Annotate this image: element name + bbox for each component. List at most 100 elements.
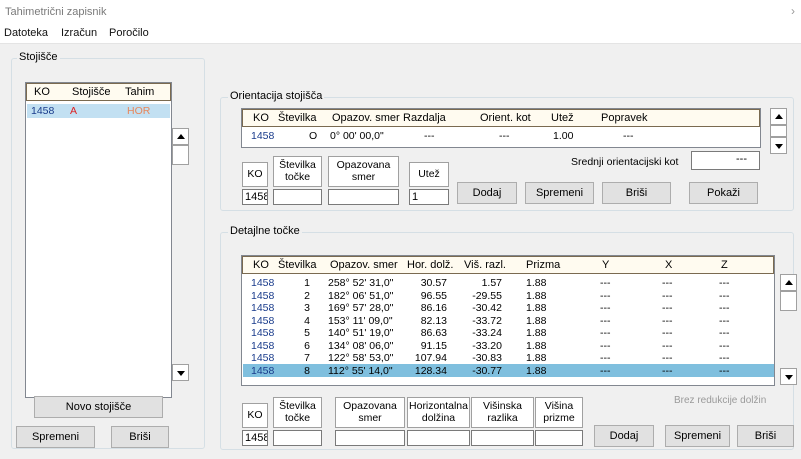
detajlne-list-header: KO Številka Opazov. smer Hor. dolž. Viš.… (242, 256, 774, 274)
title-bar: Tahimetrični zapisnik › (0, 0, 801, 22)
cell-hor: 128.34 (414, 364, 447, 377)
col-y: Y (602, 259, 610, 271)
det-hor-input[interactable] (407, 430, 470, 446)
table-row[interactable]: 1458 1 258° 52' 31,0" 30.57 1.57 1.88 --- --- --… (242, 277, 774, 290)
stojisce-scrollbar[interactable] (172, 128, 189, 385)
utez-input[interactable] (409, 189, 449, 205)
scroll-thumb[interactable] (172, 145, 189, 165)
cell-y: --- (600, 302, 611, 314)
cell-st: 6 (304, 339, 310, 352)
cell-z: --- (719, 339, 730, 352)
stojisce-delete-button[interactable]: Briši (111, 426, 169, 448)
col-utez: Utež (551, 112, 574, 124)
col-popravek: Popravek (601, 112, 648, 124)
cell-x: --- (662, 327, 673, 339)
cell-tahim: HOR (127, 105, 151, 117)
cell-prizma: 1.88 (526, 364, 547, 377)
scroll-down-button[interactable] (780, 368, 797, 385)
cell-vis: -30.42 (472, 302, 502, 314)
cell-st: 3 (304, 302, 310, 314)
cell-z: --- (719, 277, 730, 289)
ko-input[interactable] (242, 189, 268, 205)
table-row[interactable]: 1458 8 112° 55' 14,0" 128.34 -30.77 1.88 --- --… (242, 365, 774, 378)
cell-vis: -33.72 (472, 314, 502, 327)
label-smer: Opazovana smer (335, 397, 405, 428)
scroll-up-button[interactable] (780, 274, 797, 291)
table-row[interactable]: 1458 2 182° 06' 51,0" 96.55 -29.55 1.88 --- ---… (242, 290, 774, 303)
smer-input[interactable] (328, 189, 399, 205)
det-ko-input[interactable] (242, 430, 268, 446)
col-vis: Viš. razl. (464, 259, 506, 271)
col-hor: Hor. dolž. (407, 259, 454, 271)
menu-datoteka[interactable]: Datoteka (4, 27, 48, 39)
col-ko: KO (253, 259, 269, 271)
cell-st: 4 (304, 314, 310, 327)
cell-popravek: --- (623, 130, 634, 142)
show-button[interactable]: Pokaži (689, 182, 758, 204)
orient-edit-button[interactable]: Spremeni (525, 182, 594, 204)
cell-ko: 1458 (251, 302, 275, 314)
orientacija-scrollbar[interactable] (770, 108, 787, 154)
detajlne-scrollbar[interactable] (780, 274, 797, 385)
scroll-thumb[interactable] (770, 125, 787, 137)
orient-add-button[interactable]: Dodaj (457, 182, 517, 204)
cell-orient: --- (499, 130, 510, 142)
cell-x: --- (662, 352, 673, 364)
orient-delete-button[interactable]: Briši (602, 182, 671, 204)
cell-ko: 1458 (251, 339, 275, 352)
label-ko: KO (242, 403, 268, 428)
col-razdalja: Razdalja (403, 112, 446, 124)
table-row[interactable]: 1458 3 169° 57' 28,0" 86.16 -30.42 1.88 --- ---… (242, 302, 774, 315)
cell-hor: 82.13 (420, 314, 447, 327)
scroll-up-button[interactable] (770, 108, 787, 125)
orientacija-row[interactable]: 1458 O 0° 00' 00,0" --- --- 1.00 --- (242, 130, 760, 143)
table-row[interactable]: 1458 6 134° 08' 06,0" 91.15 -33.20 1.88 --- ---… (242, 340, 774, 353)
arrow-up-icon (177, 134, 185, 139)
cell-ko: 1458 (251, 364, 275, 377)
cell-prizma: 1.88 (526, 302, 547, 314)
det-stevilka-input[interactable] (273, 430, 322, 446)
col-stojisce: Stojišče (72, 86, 111, 98)
arrow-up-icon (785, 280, 793, 285)
det-edit-button[interactable]: Spremeni (665, 425, 730, 447)
det-add-button[interactable]: Dodaj (594, 425, 654, 447)
srednji-value: --- (691, 151, 760, 170)
col-ko: KO (34, 86, 50, 98)
cell-prizma: 1.88 (526, 327, 547, 339)
det-prizma-input[interactable] (535, 430, 583, 446)
cell-y: --- (600, 289, 611, 302)
cell-vis: -30.77 (472, 364, 502, 377)
table-row[interactable]: 1458 4 153° 11' 09,0" 82.13 -33.72 1.88 --- ---… (242, 315, 774, 328)
cell-st: 8 (304, 364, 310, 377)
scroll-thumb[interactable] (780, 291, 797, 311)
reduction-note: Brez redukcije dolžin (674, 395, 767, 406)
stojisce-edit-button[interactable]: Spremeni (16, 426, 95, 448)
arrow-down-icon (177, 371, 185, 376)
det-vis-input[interactable] (471, 430, 534, 446)
scroll-down-button[interactable] (770, 137, 787, 154)
arrow-down-icon (785, 375, 793, 380)
cell-hor: 96.55 (420, 289, 447, 302)
stevilka-input[interactable] (273, 189, 322, 205)
menu-porocilo[interactable]: Poročilo (109, 27, 149, 39)
window-title: Tahimetrični zapisnik (5, 6, 107, 18)
stojisce-legend: Stojišče (17, 51, 60, 63)
label-stevilka: Številka točke (273, 156, 322, 187)
srednji-label: Srednji orientacijski kot (571, 156, 679, 168)
label-vis: Višinska razlika (471, 397, 534, 428)
close-icon[interactable]: › (791, 4, 795, 18)
novo-stojisce-button[interactable]: Novo stojišče (34, 396, 163, 418)
col-stevilka: Številka (278, 112, 317, 124)
stojisce-list[interactable] (25, 82, 172, 398)
col-stevilka: Številka (278, 259, 317, 271)
stojisce-row[interactable]: 1458 A HOR (27, 105, 170, 118)
menu-izracun[interactable]: Izračun (61, 27, 97, 39)
scroll-down-button[interactable] (172, 364, 189, 381)
cell-y: --- (600, 352, 611, 364)
cell-z: --- (719, 289, 730, 302)
col-x: X (665, 259, 673, 271)
det-delete-button[interactable]: Briši (737, 425, 794, 447)
scroll-up-button[interactable] (172, 128, 189, 145)
det-smer-input[interactable] (335, 430, 405, 446)
table-row[interactable]: 1458 5 140° 51' 19,0" 86.63 -33.24 1.88 --- ---… (242, 327, 774, 340)
